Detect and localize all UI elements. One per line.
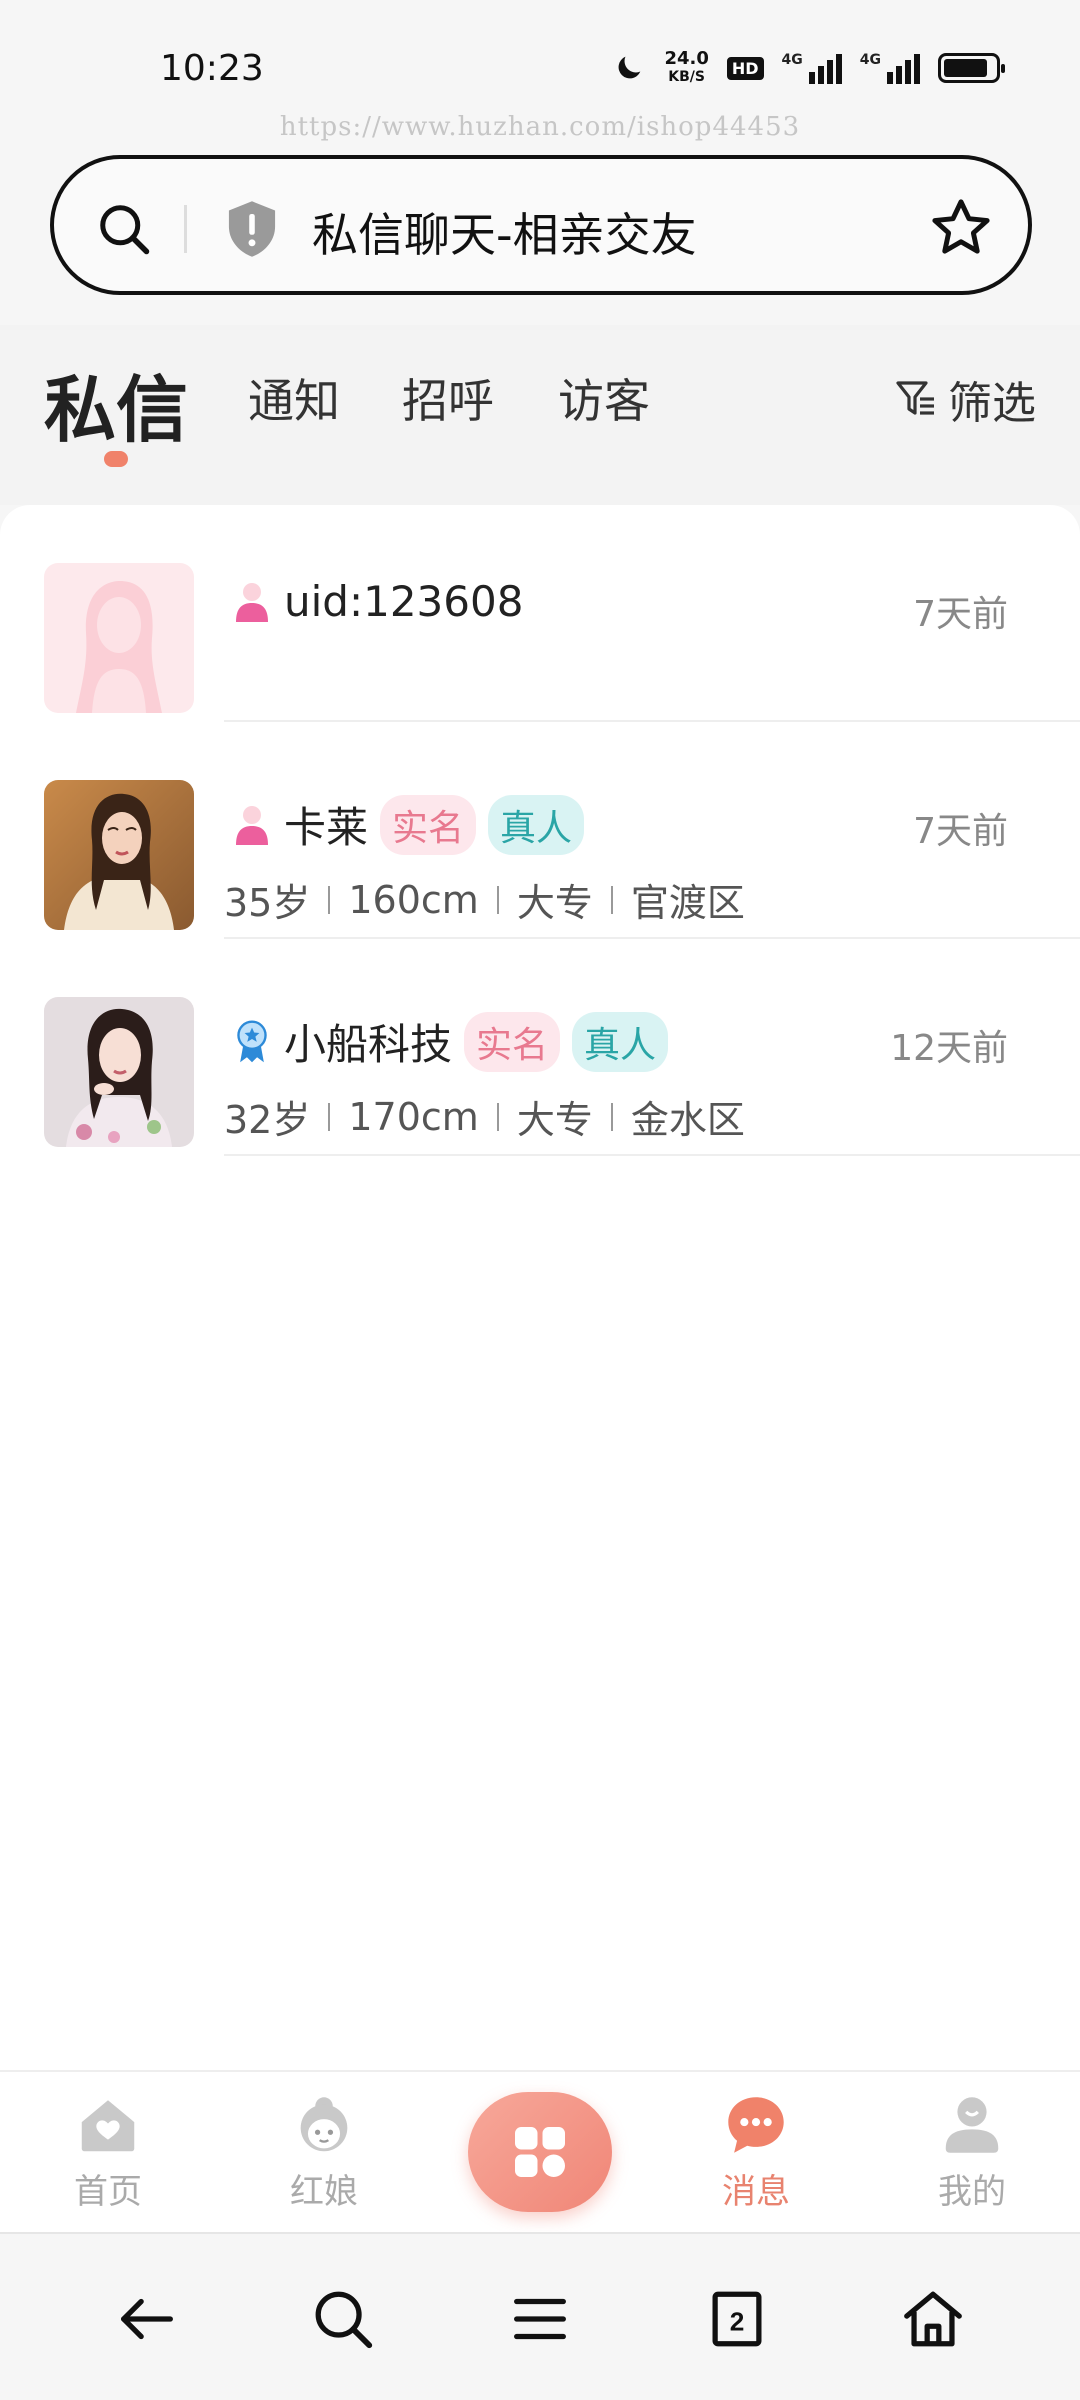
net-type-2: 4G [859,52,881,68]
name-line: 小船科技 实名 真人 [232,1011,669,1072]
row-divider [224,1154,1080,1156]
district: 官渡区 [630,881,745,925]
tab-visitors[interactable]: 访客 [558,365,650,431]
menu-button[interactable] [505,2284,575,2354]
moon-icon [619,56,641,79]
real-person-badge: 真人 [572,1011,669,1072]
message-time: 7天前 [913,811,1008,852]
address-bar[interactable]: 私信聊天-相亲交友 [50,155,1032,295]
age: 35岁 [224,881,311,925]
menu-icon [514,2298,566,2340]
net-type-1: 4G [781,52,803,68]
female-user-icon [236,582,268,622]
avatar[interactable] [44,563,194,713]
conversation-row[interactable]: uid:123608 7天前 [0,505,1080,722]
conversation-list: uid:123608 7天前 卡莱 实名 真人 7天前 35岁 160cm 大专… [0,505,1080,2070]
tab-notifications[interactable]: 通知 [248,365,340,431]
signal-icon: 4G [782,52,842,84]
contact-name: 小船科技 [284,1020,453,1069]
female-user-icon [236,805,268,845]
contact-name: 卡莱 [284,803,369,852]
browser-search-button[interactable] [308,2284,378,2354]
tab-private-messages[interactable]: 私信 [44,351,188,456]
bookmark-star-icon[interactable] [928,195,994,261]
conversation-row[interactable]: 卡莱 实名 真人 7天前 35岁 160cm 大专 官渡区 [0,722,1080,939]
nav-home[interactable]: 首页 [38,2090,178,2213]
status-bar: 10:23 24.0 KB/S HD 4G 4G https://www.huz… [0,0,1080,145]
verified-name-badge: 实名 [380,794,477,855]
shield-icon[interactable] [224,199,280,259]
nav-messages[interactable]: 消息 [686,2090,826,2213]
message-tabs: 私信 通知 招呼 访客 筛选 [0,325,1080,505]
meta-separator [328,1102,331,1131]
nav-matchmaker-label: 红娘 [290,2172,358,2212]
search-icon[interactable] [94,199,154,259]
height: 170cm [348,1094,479,1139]
name-line: uid:123608 [232,577,523,626]
profile-meta: 35岁 160cm 大专 官渡区 [224,872,745,927]
profile-icon [945,2097,999,2153]
avatar[interactable] [44,997,194,1147]
tabs-button[interactable]: 2 [702,2284,772,2354]
medal-icon [237,1020,267,1062]
tab-count: 2 [730,2307,745,2337]
house-icon [904,2291,962,2347]
bottom-nav: 首页 红娘 消息 我的 [0,2070,1080,2232]
nav-center-button[interactable] [468,2092,612,2212]
filter-icon [896,381,934,415]
speed-value: 24.0 [664,48,709,69]
profile-meta: 32岁 170cm 大专 金水区 [224,1089,745,1144]
status-icons: 24.0 KB/S HD 4G 4G [612,50,1005,86]
browser-nav-bar: 2 [0,2232,1080,2400]
contact-name: uid:123608 [284,577,524,626]
battery-icon [938,53,1005,83]
nav-matchmaker[interactable]: 红娘 [254,2090,394,2213]
name-line: 卡莱 实名 真人 [232,794,585,855]
chat-bubble-icon [728,2097,784,2153]
message-time: 7天前 [913,594,1008,635]
signal-icon-2: 4G [860,52,920,84]
real-person-badge: 真人 [488,794,585,855]
filter-label: 筛选 [948,378,1036,429]
back-button[interactable] [112,2284,182,2354]
watermark: https://www.huzhan.com/ishop44453 [279,112,801,142]
home-button[interactable] [898,2284,968,2354]
matchmaker-icon [300,2097,348,2152]
message-time: 12天前 [890,1028,1008,1069]
meta-separator [610,1102,613,1131]
speed-unit: KB/S [668,69,705,85]
address-divider [184,205,187,253]
nav-messages-label: 消息 [722,2172,790,2212]
hd-badge: HD [726,56,764,80]
nav-profile-label: 我的 [938,2172,1006,2212]
meta-separator [496,1102,499,1131]
meta-separator [496,885,499,914]
age: 32岁 [224,1098,311,1142]
filter-button[interactable]: 筛选 [892,367,1036,431]
grid-icon [515,2127,565,2177]
verified-name-badge: 实名 [464,1011,561,1072]
district: 金水区 [630,1098,745,1142]
nav-home-label: 首页 [74,2172,142,2212]
conversation-row[interactable]: 小船科技 实名 真人 12天前 32岁 170cm 大专 金水区 [0,939,1080,1156]
nav-profile[interactable]: 我的 [902,2090,1042,2213]
network-speed: 24.0 KB/S [664,50,708,86]
height: 160cm [348,877,479,922]
avatar[interactable] [44,780,194,930]
status-time: 10:23 [160,48,264,89]
education: 大专 [516,1098,593,1142]
education: 大专 [516,881,593,925]
arrow-left-icon [121,2298,173,2340]
page-url-title[interactable]: 私信聊天-相亲交友 [312,199,697,265]
meta-separator [610,885,613,914]
search-icon [315,2291,373,2349]
home-heart-icon [81,2100,135,2152]
tab-greetings[interactable]: 招呼 [402,365,494,431]
tabs-count-icon: 2 [712,2291,762,2347]
meta-separator [328,885,331,914]
active-tab-indicator [104,451,128,467]
